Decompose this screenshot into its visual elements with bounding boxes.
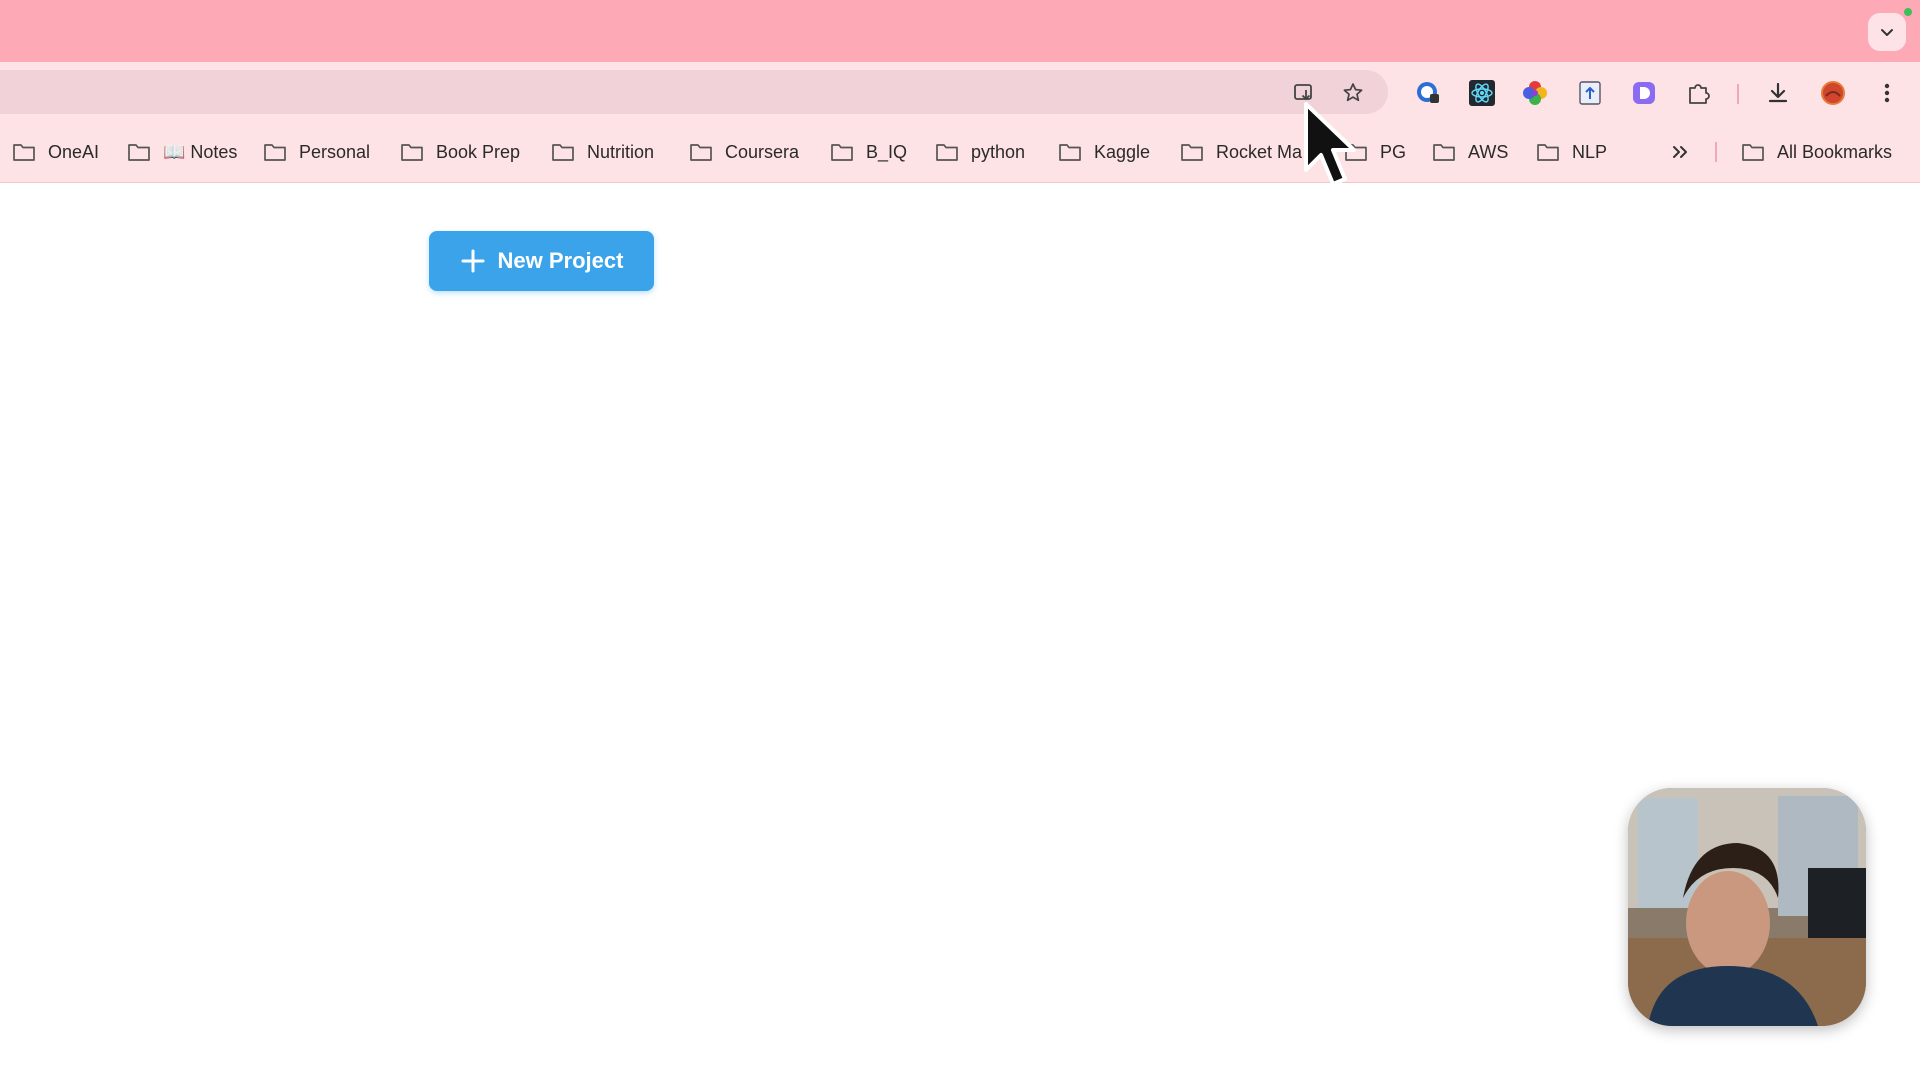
folder-icon [1181, 144, 1203, 161]
status-dot [1904, 8, 1912, 16]
webcam-overlay [1628, 788, 1866, 1026]
plus-icon [461, 249, 485, 273]
tab-strip [0, 0, 1920, 62]
folder-icon [128, 144, 150, 161]
d-extension-icon[interactable] [1631, 80, 1657, 106]
bookmark-label: NLP [1572, 141, 1608, 162]
bookmark-label: Kaggle [1094, 141, 1151, 162]
folder-icon [264, 144, 286, 161]
bookmark-label: Nutrition [587, 141, 655, 162]
upload-extension-icon[interactable] [1577, 80, 1603, 106]
extensions-puzzle-icon[interactable] [1686, 80, 1712, 106]
bookmark-folder[interactable]: Nutrition [551, 122, 654, 182]
folder-icon [690, 144, 712, 161]
bookmarks-bar: OneAI 📖 Notes Personal Book Prep Nutriti… [0, 122, 1920, 183]
bookmark-label: AWS [1468, 141, 1509, 162]
menu-kebab-icon[interactable] [1874, 80, 1900, 106]
bookmark-folder[interactable]: B_IQ [830, 122, 907, 182]
bookmark-folder[interactable]: Rocket Ma [1180, 122, 1302, 182]
bookmark-label: 📖 Notes [163, 141, 238, 162]
folder-icon [831, 144, 853, 161]
all-bookmarks-button[interactable]: All Bookmarks [1741, 122, 1892, 182]
bookmark-label: Rocket Ma [1216, 141, 1303, 162]
browser-toolbar [0, 62, 1920, 122]
bookmark-label: python [971, 141, 1026, 162]
bookmark-folder[interactable]: AWS [1432, 122, 1508, 182]
color-picker-extension-icon[interactable] [1522, 80, 1548, 106]
bookmark-label: Coursera [725, 141, 800, 162]
bookmark-folder[interactable]: 📖 Notes [127, 122, 237, 182]
chevron-down-icon [1881, 29, 1893, 36]
bookmark-folder[interactable]: Coursera [689, 122, 799, 182]
folder-icon [1059, 144, 1081, 161]
bookmark-label: OneAI [48, 141, 100, 162]
bookmark-label: PG [1380, 141, 1407, 162]
mouse-cursor-icon [1304, 102, 1356, 186]
bookmark-folder[interactable]: Personal [263, 122, 370, 182]
password-manager-extension-icon[interactable] [1415, 80, 1441, 106]
bookmarks-divider [1715, 142, 1717, 162]
new-project-button[interactable]: New Project [429, 231, 654, 291]
address-bar[interactable] [0, 70, 1388, 114]
download-icon[interactable] [1765, 80, 1791, 106]
folder-icon [401, 144, 423, 161]
all-bookmarks-label: All Bookmarks [1777, 141, 1893, 162]
folder-icon [552, 144, 574, 161]
toolbar-divider [1737, 84, 1739, 104]
folder-icon [936, 144, 958, 161]
folder-icon [1537, 144, 1559, 161]
webcam-person-image [1628, 788, 1866, 1026]
bookmarks-overflow-button[interactable] [1670, 122, 1704, 182]
react-devtools-extension-icon[interactable] [1469, 80, 1495, 106]
folder-icon [1742, 144, 1764, 161]
bookmark-folder[interactable]: Kaggle [1058, 122, 1150, 182]
tab-search-button[interactable] [1868, 13, 1906, 51]
bookmark-label: Personal [299, 141, 371, 162]
chevrons-right-icon [1673, 146, 1687, 158]
bookmark-folder[interactable]: NLP [1536, 122, 1607, 182]
bookmark-folder[interactable]: Book Prep [400, 122, 520, 182]
folder-icon [1433, 144, 1455, 161]
new-project-label: New Project [497, 248, 624, 273]
folder-icon [13, 144, 35, 161]
bookmark-folder[interactable]: OneAI [12, 122, 99, 182]
profile-avatar[interactable] [1820, 80, 1846, 106]
bookmark-folder[interactable]: python [935, 122, 1025, 182]
bookmark-label: B_IQ [866, 141, 908, 162]
bookmark-label: Book Prep [436, 141, 521, 162]
